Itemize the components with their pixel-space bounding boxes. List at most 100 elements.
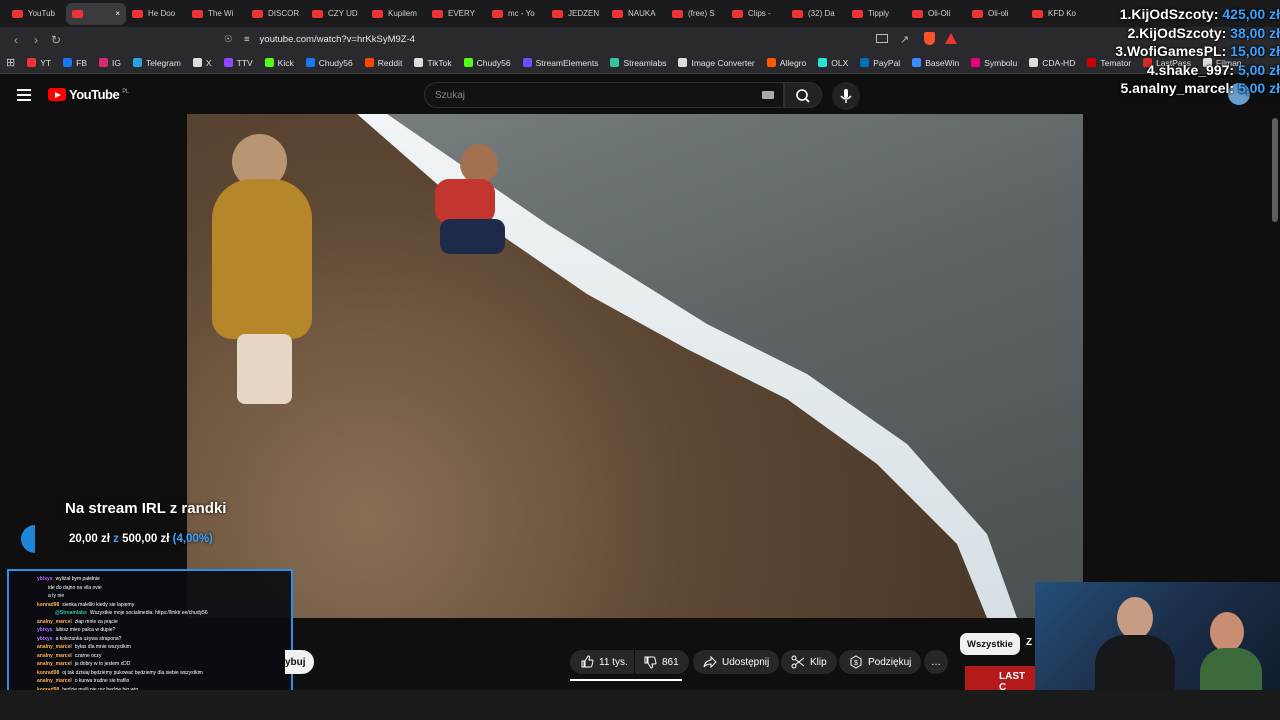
bookmark-favicon-icon bbox=[132, 58, 142, 67]
donation-leaderboard: 1.KijOdSzcoty: 425,00 zł 2.KijOdSzcoty: 3… bbox=[1084, 5, 1280, 98]
tab-label: YouTub bbox=[28, 9, 55, 18]
bookmark-label: Chudy56 bbox=[476, 57, 511, 68]
search-icon bbox=[796, 89, 810, 103]
bookmark-item[interactable]: Kick bbox=[264, 57, 294, 68]
bookmark-item[interactable]: TTV bbox=[223, 57, 253, 68]
bookmark-item[interactable]: Symbolu bbox=[971, 58, 1017, 68]
voice-search-button[interactable] bbox=[832, 82, 860, 110]
bookmark-label: Kick bbox=[277, 57, 294, 68]
more-actions-button[interactable]: … bbox=[924, 650, 948, 674]
bookmark-item[interactable]: StreamElements bbox=[522, 58, 598, 68]
share-icon[interactable]: ↗ bbox=[900, 33, 909, 46]
brave-shield-icon[interactable] bbox=[924, 32, 935, 45]
like-count: 11 tys. bbox=[599, 656, 628, 668]
tab-favicon-icon bbox=[552, 9, 563, 18]
bookmark-item[interactable]: Telegram bbox=[132, 58, 181, 68]
bookmark-favicon-icon bbox=[860, 58, 870, 67]
bookmark-item[interactable]: Image Converter bbox=[678, 58, 755, 68]
screenshot-icon[interactable] bbox=[876, 34, 888, 43]
bookmark-item[interactable]: IG bbox=[98, 57, 121, 68]
browser-tab[interactable]: (32) Da bbox=[786, 3, 846, 25]
share-arrow-icon bbox=[703, 655, 717, 669]
tab-close-icon[interactable]: × bbox=[115, 9, 120, 18]
thumbs-down-icon bbox=[644, 656, 657, 669]
clip-button[interactable]: Klip bbox=[781, 650, 837, 674]
browser-tab[interactable]: JEDZEN bbox=[546, 3, 606, 25]
bookmark-label: IG bbox=[111, 57, 121, 68]
leaderboard-row: 5.analny_marcel: 5,00 zł bbox=[1084, 79, 1280, 98]
leaderboard-name: 3.WofiGamesPL: bbox=[1115, 43, 1227, 59]
bookmark-item[interactable]: CDA-HD bbox=[1029, 58, 1075, 68]
apps-grid-icon[interactable]: ⊞ bbox=[6, 56, 15, 69]
bookmark-label: FB bbox=[76, 57, 87, 68]
tab-favicon-icon bbox=[852, 9, 863, 18]
browser-tab[interactable]: EVERY bbox=[426, 3, 486, 25]
chat-message: ybixys wyliżał bym pałełnie bbox=[15, 575, 285, 584]
video-child-left bbox=[207, 134, 317, 404]
bookmark-item[interactable]: Reddit bbox=[364, 58, 402, 68]
menu-icon[interactable] bbox=[17, 89, 31, 101]
forward-icon[interactable]: › bbox=[26, 33, 46, 47]
search-button[interactable] bbox=[784, 82, 822, 108]
tab-favicon-icon bbox=[252, 9, 263, 18]
browser-tab[interactable]: DISCOR bbox=[246, 3, 306, 25]
video-player[interactable] bbox=[187, 114, 1083, 618]
bookmark-item[interactable]: X bbox=[192, 58, 212, 68]
browser-tab[interactable]: CZY UD bbox=[306, 3, 366, 25]
tab-favicon-icon bbox=[492, 9, 503, 18]
url-text: youtube.com/watch?v=hrKkSyM9Z-4 bbox=[259, 34, 416, 45]
bookmark-item[interactable]: YT bbox=[27, 58, 51, 68]
like-ratio-bar bbox=[570, 679, 682, 681]
like-button[interactable]: 11 tys. bbox=[570, 650, 634, 674]
chip-all[interactable]: Wszystkie bbox=[960, 633, 1020, 655]
bookmark-icon[interactable]: ☉ bbox=[224, 34, 233, 45]
browser-tab[interactable]: YouTub bbox=[6, 3, 66, 25]
tab-label: The Wi bbox=[208, 9, 234, 18]
site-info-icon[interactable]: ≡ bbox=[244, 34, 250, 45]
chat-text: a ty nie bbox=[48, 593, 65, 599]
tab-favicon-icon bbox=[312, 9, 323, 18]
tab-label: DISCOR bbox=[268, 9, 300, 18]
url-field[interactable]: ☉ ≡ youtube.com/watch?v=hrKkSyM9Z-4 bbox=[224, 31, 974, 48]
browser-tab[interactable]: Oli-Oli bbox=[906, 3, 966, 25]
chip-next[interactable]: Z bbox=[1026, 637, 1032, 648]
bookmark-item[interactable]: PayPal bbox=[860, 58, 900, 68]
bookmark-item[interactable]: Allegro bbox=[766, 58, 806, 68]
bookmark-item[interactable]: BaseWin bbox=[912, 58, 959, 68]
reload-icon[interactable]: ↻ bbox=[46, 33, 66, 47]
bookmark-favicon-icon bbox=[463, 58, 473, 67]
thanks-button[interactable]: $ Podziękuj bbox=[839, 650, 922, 674]
bookmark-item[interactable]: Streamlabs bbox=[610, 58, 666, 68]
bookmark-item[interactable]: OLX bbox=[818, 58, 848, 68]
browser-tab[interactable]: He Doo bbox=[126, 3, 186, 25]
browser-tab[interactable]: Kupilem bbox=[366, 3, 426, 25]
bookmark-label: Streamlabs bbox=[623, 57, 667, 68]
youtube-logo[interactable]: YouTube PL bbox=[48, 87, 129, 102]
bookmark-item[interactable]: Chudy56 bbox=[305, 58, 353, 68]
keyboard-icon[interactable] bbox=[762, 91, 774, 99]
region-label: PL bbox=[122, 88, 129, 95]
page-scrollbar[interactable] bbox=[1272, 118, 1278, 222]
bookmark-item[interactable]: Chudy56 bbox=[463, 57, 511, 68]
brave-rewards-icon[interactable] bbox=[945, 33, 957, 44]
browser-tab[interactable]: (free) S bbox=[666, 3, 726, 25]
browser-tab[interactable]: The Wi bbox=[186, 3, 246, 25]
bookmark-item[interactable]: FB bbox=[63, 58, 87, 68]
browser-tab[interactable]: Tipply bbox=[846, 3, 906, 25]
chat-message: @StreamlabsWszystkie moje socialmedia: h… bbox=[15, 609, 285, 618]
browser-tab[interactable]: KFD Ko bbox=[1026, 3, 1086, 25]
bookmark-label: BaseWin bbox=[925, 57, 960, 68]
bookmark-label: TTV bbox=[236, 57, 253, 68]
browser-tab[interactable]: Clips - bbox=[726, 3, 786, 25]
search-input[interactable]: Szukaj bbox=[424, 82, 784, 108]
tab-favicon-icon bbox=[132, 9, 143, 18]
browser-tab[interactable]: × bbox=[66, 2, 126, 25]
browser-tab[interactable]: Oli-oli bbox=[966, 3, 1026, 25]
chat-username: @Streamlabs bbox=[55, 610, 87, 616]
share-button[interactable]: Udostępnij bbox=[693, 650, 780, 674]
browser-tab[interactable]: mc - Yo bbox=[486, 3, 546, 25]
dislike-button[interactable]: 861 bbox=[635, 650, 689, 674]
bookmark-item[interactable]: TikTok bbox=[414, 58, 452, 68]
back-icon[interactable]: ‹ bbox=[6, 33, 26, 47]
browser-tab[interactable]: NAUKA bbox=[606, 3, 666, 25]
